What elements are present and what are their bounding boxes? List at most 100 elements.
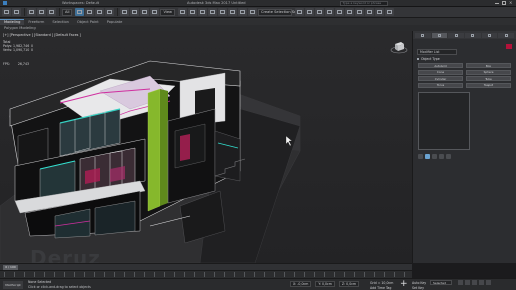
rotate-button[interactable] bbox=[130, 8, 140, 16]
viewcube-icon[interactable] bbox=[390, 39, 408, 55]
show-end-result-icon[interactable] bbox=[425, 153, 430, 159]
maxscript-listener-button[interactable]: MAXScript bbox=[3, 281, 23, 289]
cylinder-button[interactable]: Cylinder bbox=[418, 76, 463, 81]
bind-spacewarp-button[interactable] bbox=[47, 8, 56, 16]
layer-explorer-button[interactable] bbox=[315, 8, 324, 16]
time-slider[interactable]: 0 / 100 bbox=[0, 263, 412, 270]
tab-modeling[interactable]: Modeling bbox=[0, 18, 25, 25]
named-selection-icon bbox=[250, 10, 255, 14]
scale-button[interactable] bbox=[140, 8, 150, 16]
add-time-tag[interactable]: Add Time Tag bbox=[370, 286, 391, 290]
object-color-swatch[interactable] bbox=[506, 44, 512, 49]
previous-frame-icon[interactable] bbox=[465, 280, 470, 285]
motion-tab[interactable] bbox=[465, 33, 481, 38]
hierarchy-tab[interactable] bbox=[448, 33, 465, 38]
viewport-label[interactable]: [+] [Perspective ] [Standard ] [Default … bbox=[3, 33, 81, 37]
auto-key-button[interactable]: Auto Key bbox=[412, 281, 426, 285]
search-input[interactable]: Type a keyword or phrase bbox=[339, 0, 388, 6]
close-icon[interactable]: × bbox=[509, 1, 513, 5]
modifier-list-dropdown[interactable]: Modifier List bbox=[417, 49, 457, 55]
perspective-viewport[interactable]: [+] [Perspective ] [Standard ] [Default … bbox=[0, 31, 412, 263]
divider bbox=[117, 8, 119, 16]
select-manipulate-button[interactable] bbox=[188, 8, 197, 16]
track-bar[interactable] bbox=[0, 270, 412, 278]
window-crossing-button[interactable] bbox=[105, 8, 115, 16]
go-to-end-icon[interactable] bbox=[486, 280, 491, 285]
cone-button[interactable]: Cone bbox=[418, 69, 463, 75]
fps-label: FPS: bbox=[3, 62, 10, 66]
material-editor-button[interactable] bbox=[355, 8, 364, 16]
make-unique-icon[interactable] bbox=[432, 153, 437, 159]
spinner-snap-button[interactable] bbox=[238, 8, 247, 16]
select-object-button[interactable] bbox=[75, 8, 85, 16]
pin-stack-icon[interactable] bbox=[418, 153, 423, 159]
reference-coordinate-dropdown[interactable]: View bbox=[160, 8, 175, 16]
box-button[interactable]: Box bbox=[466, 63, 511, 68]
hierarchy-icon bbox=[454, 34, 458, 37]
minimize-icon[interactable] bbox=[495, 3, 499, 4]
go-to-start-icon[interactable] bbox=[458, 280, 463, 285]
object-type-header[interactable]: Object Type bbox=[417, 57, 512, 61]
ribbon-icon bbox=[327, 10, 332, 14]
rendered-frame-button[interactable] bbox=[375, 8, 384, 16]
remove-modifier-icon[interactable] bbox=[439, 153, 444, 159]
schematic-view-button[interactable] bbox=[345, 8, 354, 16]
list-icon bbox=[87, 10, 93, 14]
configure-sets-icon[interactable] bbox=[446, 153, 451, 159]
modify-tab[interactable] bbox=[431, 33, 448, 38]
percent-snap-button[interactable] bbox=[228, 8, 237, 16]
tube-button[interactable]: Tube bbox=[466, 76, 511, 81]
edit-named-selection-button[interactable] bbox=[248, 8, 257, 16]
workspace-switcher[interactable]: Workspaces: Default bbox=[62, 1, 99, 5]
align-button[interactable] bbox=[305, 8, 314, 16]
pivot-icon bbox=[180, 10, 185, 14]
frame-window-icon bbox=[377, 10, 382, 14]
motion-icon bbox=[471, 34, 475, 37]
create-tab[interactable] bbox=[415, 33, 431, 38]
maximize-icon[interactable] bbox=[502, 1, 506, 5]
key-filter-dropdown[interactable]: Selected bbox=[430, 280, 452, 285]
y-coordinate-field[interactable]: Y: 0,0cm bbox=[315, 281, 335, 287]
utilities-tab[interactable] bbox=[498, 33, 515, 38]
placement-button[interactable] bbox=[150, 8, 160, 16]
curve-editor-button[interactable] bbox=[335, 8, 344, 16]
tab-selection[interactable]: Selection bbox=[48, 19, 73, 25]
grid-size: Grid = 10,0cm bbox=[370, 281, 394, 285]
mirror-button[interactable] bbox=[295, 8, 304, 16]
time-slider-thumb[interactable]: 0 / 100 bbox=[3, 264, 18, 270]
angle-snap-button[interactable] bbox=[218, 8, 227, 16]
move-button[interactable] bbox=[120, 8, 130, 16]
set-key-button[interactable]: Set Key bbox=[412, 286, 424, 290]
x-coordinate-field[interactable]: X: -0,0cm bbox=[290, 281, 312, 287]
sphere-button[interactable]: Sphere bbox=[466, 69, 511, 75]
display-tab[interactable] bbox=[481, 33, 498, 38]
selection-filter-dropdown[interactable]: All bbox=[62, 8, 73, 16]
teapot-button[interactable]: Teapot bbox=[466, 82, 511, 88]
render-button[interactable] bbox=[385, 8, 394, 16]
play-icon[interactable] bbox=[472, 280, 477, 285]
tab-freeform[interactable]: Freeform bbox=[24, 19, 48, 25]
render-setup-button[interactable] bbox=[365, 8, 374, 16]
next-frame-icon[interactable] bbox=[479, 280, 484, 285]
snaps-toggle-button[interactable] bbox=[208, 8, 217, 16]
pivot-button[interactable] bbox=[178, 8, 187, 16]
link-button[interactable] bbox=[27, 8, 36, 16]
undo-button[interactable] bbox=[2, 8, 11, 16]
redo-button[interactable] bbox=[12, 8, 21, 16]
tab-populate[interactable]: Populate bbox=[103, 19, 127, 25]
rect-selection-button[interactable] bbox=[95, 8, 105, 16]
create-icon bbox=[421, 34, 425, 37]
autogrid-button[interactable]: AutoGrid bbox=[418, 63, 463, 68]
modifier-stack-list[interactable] bbox=[418, 91, 470, 150]
z-coordinate-field[interactable]: Z: 0,0cm bbox=[338, 281, 360, 287]
select-by-name-button[interactable] bbox=[85, 8, 95, 16]
tab-object-paint[interactable]: Object Paint bbox=[73, 19, 103, 25]
add-icon[interactable]: + bbox=[400, 279, 408, 289]
named-selection-dropdown[interactable]: Create Selection Se bbox=[258, 8, 296, 16]
stats-row: Verts: 1,090,710 0 bbox=[3, 48, 33, 52]
keyboard-shortcut-button[interactable] bbox=[198, 8, 207, 16]
crossing-icon bbox=[107, 10, 113, 14]
toggle-ribbon-button[interactable] bbox=[325, 8, 334, 16]
unlink-button[interactable] bbox=[37, 8, 46, 16]
torus-button[interactable]: Torus bbox=[418, 82, 463, 88]
